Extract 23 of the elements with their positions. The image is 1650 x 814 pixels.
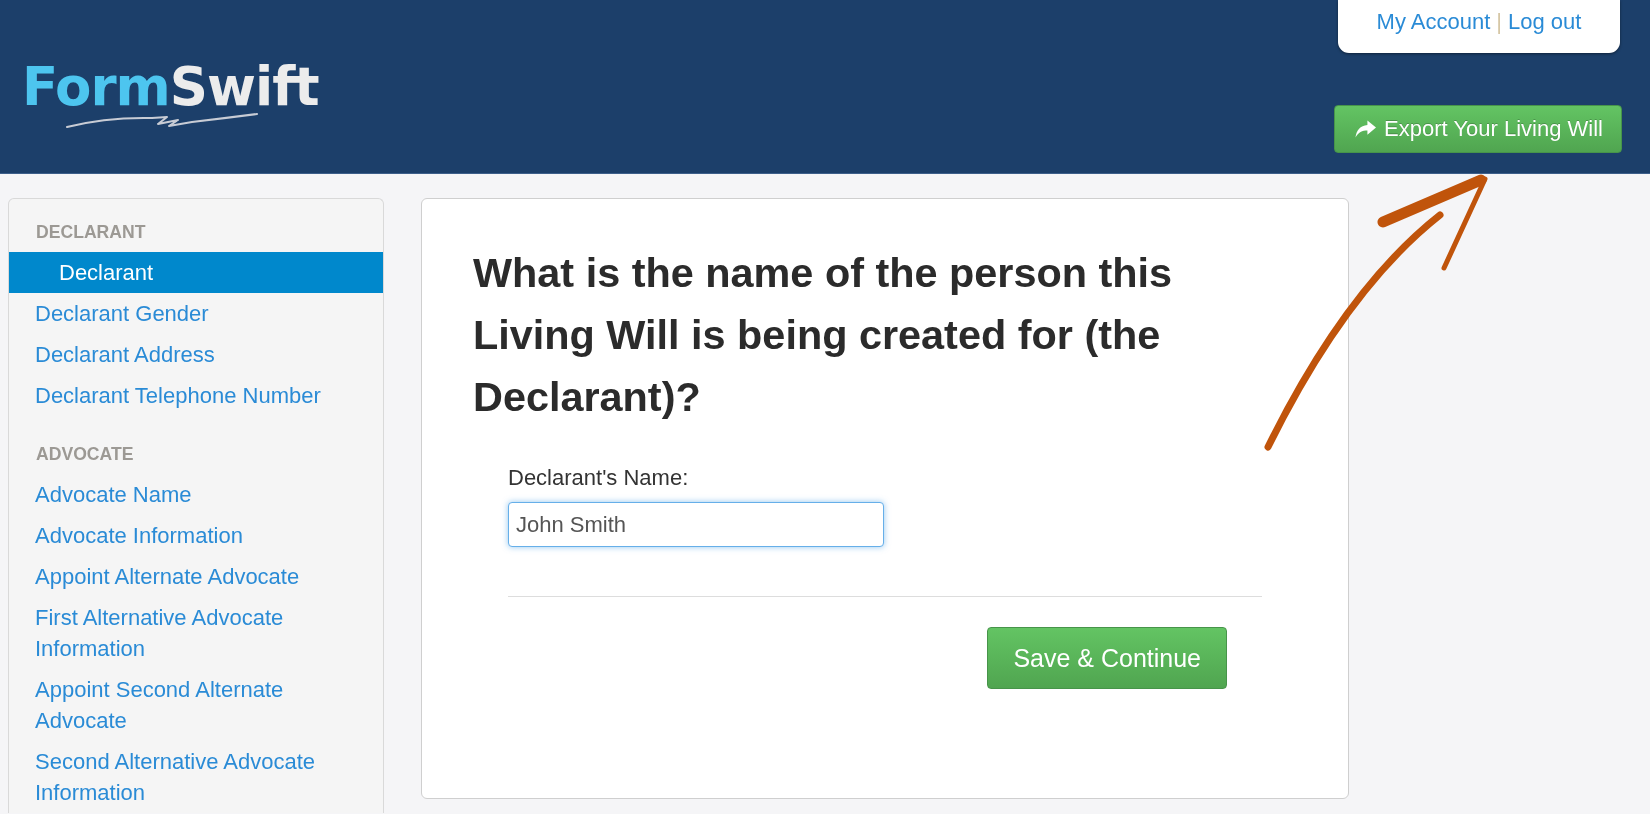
export-button[interactable]: Export Your Living Will [1334, 105, 1622, 153]
account-link[interactable]: My Account [1376, 9, 1491, 34]
sidebar-link[interactable]: Declarant Gender [9, 293, 383, 334]
sidebar-link[interactable]: Declarant [9, 252, 383, 293]
sidebar-link[interactable]: Appoint Second Alternate Advocate [9, 669, 383, 741]
sidebar-link[interactable]: First Alternative Advocate Information [9, 597, 383, 669]
sidebar-link[interactable]: Declarant Telephone Number [9, 375, 383, 416]
link-separator: | [1496, 9, 1502, 34]
question-heading: What is the name of the person this Living Will is being created for (the Declarant)? [473, 249, 1174, 422]
sidebar-link[interactable]: Advocate Name [9, 474, 383, 515]
section-heading: DECLARANT [35, 221, 147, 244]
save-continue-button[interactable]: Save & Continue [987, 627, 1227, 689]
field-label: Declarant's Name: [508, 464, 690, 492]
swoosh-icon [66, 113, 258, 128]
sidebar-link[interactable]: Appoint Alternate Advocate [9, 556, 383, 597]
section-heading: ADVOCATE [35, 443, 135, 466]
sidebar-link[interactable]: Advocate Information [9, 515, 383, 556]
account-link[interactable]: Log out [1508, 9, 1582, 34]
sidebar-link[interactable]: Declarant Address [9, 334, 383, 375]
sidebar-link[interactable]: Second Alternative Advocate Information [9, 741, 383, 813]
curved-arrow-icon [1355, 120, 1377, 138]
logo-wordmark: FormSwift [22, 60, 319, 113]
name-input[interactable]: John Smith [508, 502, 884, 547]
